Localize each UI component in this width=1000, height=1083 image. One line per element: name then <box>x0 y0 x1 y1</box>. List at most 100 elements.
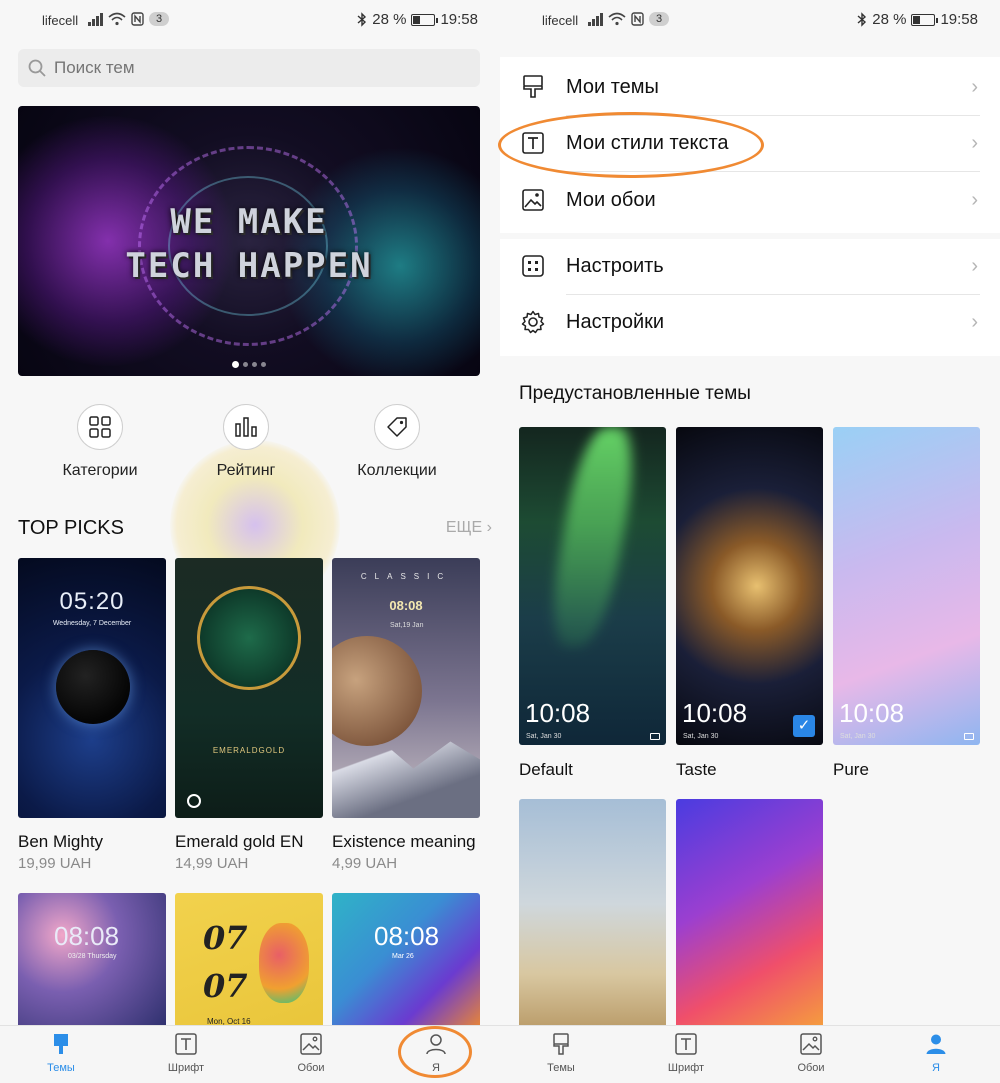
status-bar: lifecell 3 28 % 19:58 <box>0 0 500 42</box>
signal-icon <box>588 12 603 26</box>
banner-headline-2: TECH HAPPEN <box>125 246 373 286</box>
preset-theme-pure[interactable]: 10:08 Sat, Jan 30 <box>833 427 980 745</box>
themes-screen: lifecell 3 28 % 19:58 WE MAKE TECH HAPPE… <box>0 0 500 1083</box>
tile-time: 10:08 <box>682 698 748 728</box>
carrier-label: lifecell <box>42 13 79 28</box>
nav-wallpapers[interactable]: Обои <box>271 1032 351 1082</box>
wallpaper-icon <box>520 187 546 213</box>
wifi-icon <box>108 12 126 26</box>
menu-item-my-wallpapers[interactable]: Мои обои › <box>500 173 1000 229</box>
preset-name: Taste <box>676 760 717 779</box>
search-input[interactable] <box>54 58 434 78</box>
chevron-right-icon: › <box>971 189 978 211</box>
status-icons: 3 <box>88 12 170 26</box>
preset-theme-taste[interactable]: 10:08 Sat, Jan 30 ✓ <box>676 427 823 745</box>
menu-item-customize[interactable]: Настроить › <box>500 239 1000 295</box>
brush-icon <box>49 1032 73 1056</box>
nav-label: Шрифт <box>667 1062 705 1074</box>
menu-label: Мои обои <box>566 189 656 211</box>
top-picks-title: TOP PICKS <box>18 517 124 539</box>
nav-me[interactable]: Я <box>896 1032 976 1082</box>
menu-label: Настройки <box>566 311 665 333</box>
nav-label: Темы <box>547 1062 575 1074</box>
tile-time: 10:08 <box>839 698 905 728</box>
status-right: 28 % 19:58 <box>357 11 478 28</box>
nav-themes[interactable]: Темы <box>521 1032 601 1082</box>
tile-time: 10:08 <box>525 698 591 728</box>
clock: 19:58 <box>440 11 478 28</box>
menu-item-settings[interactable]: Настройки › <box>500 295 1000 351</box>
image-icon <box>299 1032 323 1056</box>
theme-tile-existence[interactable]: CLASSIC 08:08 Sat,19 Jan <box>332 558 480 818</box>
preset-theme-glitter[interactable] <box>519 799 666 1033</box>
annotation-highlight-text-styles <box>498 112 764 178</box>
tile-time: 08:08 <box>389 598 423 613</box>
preset-theme-wave[interactable] <box>676 799 823 1033</box>
rating-button[interactable]: Рейтинг <box>186 404 306 484</box>
aurora-image <box>543 427 643 647</box>
customize-icon <box>520 253 546 279</box>
tile-time-hours: 07 <box>203 919 248 957</box>
theme-tile-ben-mighty[interactable]: 05:20 Wednesday, 7 December <box>18 558 166 818</box>
status-right: 28 % 19:58 <box>857 11 978 28</box>
tile-date: Sat,19 Jan <box>390 622 424 629</box>
featured-banner[interactable]: WE MAKE TECH HAPPEN <box>18 106 480 376</box>
brush-icon <box>520 74 546 100</box>
camera-icon <box>964 733 974 740</box>
collections-button[interactable]: Коллекции <box>337 404 457 484</box>
theme-tile-blossom[interactable]: 08:08 03/28 Thursday <box>18 893 166 1033</box>
collections-label: Коллекции <box>357 462 437 479</box>
font-icon <box>674 1032 698 1056</box>
preset-theme-default[interactable]: 10:08 Sat, Jan 30 <box>519 427 666 745</box>
settings-gear-icon <box>520 309 546 335</box>
theme-tile-emerald-gold[interactable]: EMERALDGOLD <box>175 558 323 818</box>
tile-date: Sat, Jan 30 <box>840 733 876 740</box>
clock: 19:58 <box>940 11 978 28</box>
fingerprint-icon <box>187 794 201 808</box>
nfc-icon <box>131 12 144 26</box>
tile-time: 08:08 <box>54 921 120 951</box>
carousel-dot <box>252 362 257 367</box>
battery-percent: 28 % <box>372 11 407 28</box>
categories-label: Категории <box>62 462 138 479</box>
status-icons: 3 <box>588 12 670 26</box>
tile-date: Wednesday, 7 December <box>52 620 132 627</box>
battery-icon <box>911 13 939 26</box>
more-label: ЕЩЕ <box>445 519 483 536</box>
preset-name: Pure <box>833 760 869 779</box>
nav-themes[interactable]: Темы <box>21 1032 101 1082</box>
brush-icon <box>549 1032 573 1056</box>
search-bar[interactable] <box>18 49 480 87</box>
bar-chart-icon <box>223 404 269 450</box>
nav-font[interactable]: Шрифт <box>646 1032 726 1082</box>
nav-label: Обои <box>797 1062 825 1074</box>
tile-lockscreen: 05:20 Wednesday, 7 December <box>40 588 144 627</box>
nfc-icon <box>631 12 644 26</box>
menu-group-settings: Настроить › Настройки › <box>500 239 1000 356</box>
carousel-indicator <box>18 361 480 368</box>
planet-image <box>332 636 422 746</box>
theme-tile-easter[interactable]: 07 07 Mon, Oct 16 <box>175 893 323 1033</box>
more-link[interactable]: ЕЩЕ › <box>446 519 492 537</box>
categories-button[interactable]: Категории <box>40 404 160 484</box>
carousel-dot <box>232 361 239 368</box>
preset-themes-title: Предустановленные темы <box>519 383 751 404</box>
tile-date: Sat, Jan 30 <box>683 733 719 740</box>
theme-tile-p30[interactable]: 08:08 Mar 26 <box>332 893 480 1033</box>
tile-date: Mar 26 <box>392 953 414 960</box>
theme-name: Ben Mighty <box>18 832 104 851</box>
theme-price: 4,99 UAH <box>332 855 398 872</box>
nav-label: Я <box>932 1062 940 1074</box>
rating-label: Рейтинг <box>216 462 276 479</box>
tile-date: 03/28 Thursday <box>68 953 117 960</box>
tag-icon <box>374 404 420 450</box>
theme-name: Emerald gold EN <box>175 832 304 851</box>
image-icon <box>799 1032 823 1056</box>
nav-font[interactable]: Шрифт <box>146 1032 226 1082</box>
bottom-navigation: Темы Шрифт Обои Я <box>500 1025 1000 1083</box>
nav-wallpapers[interactable]: Обои <box>771 1032 851 1082</box>
theme-name: Existence meaning <box>332 832 476 851</box>
font-icon <box>174 1032 198 1056</box>
nav-label: Обои <box>297 1062 325 1074</box>
menu-item-my-themes[interactable]: Мои темы › <box>500 60 1000 116</box>
